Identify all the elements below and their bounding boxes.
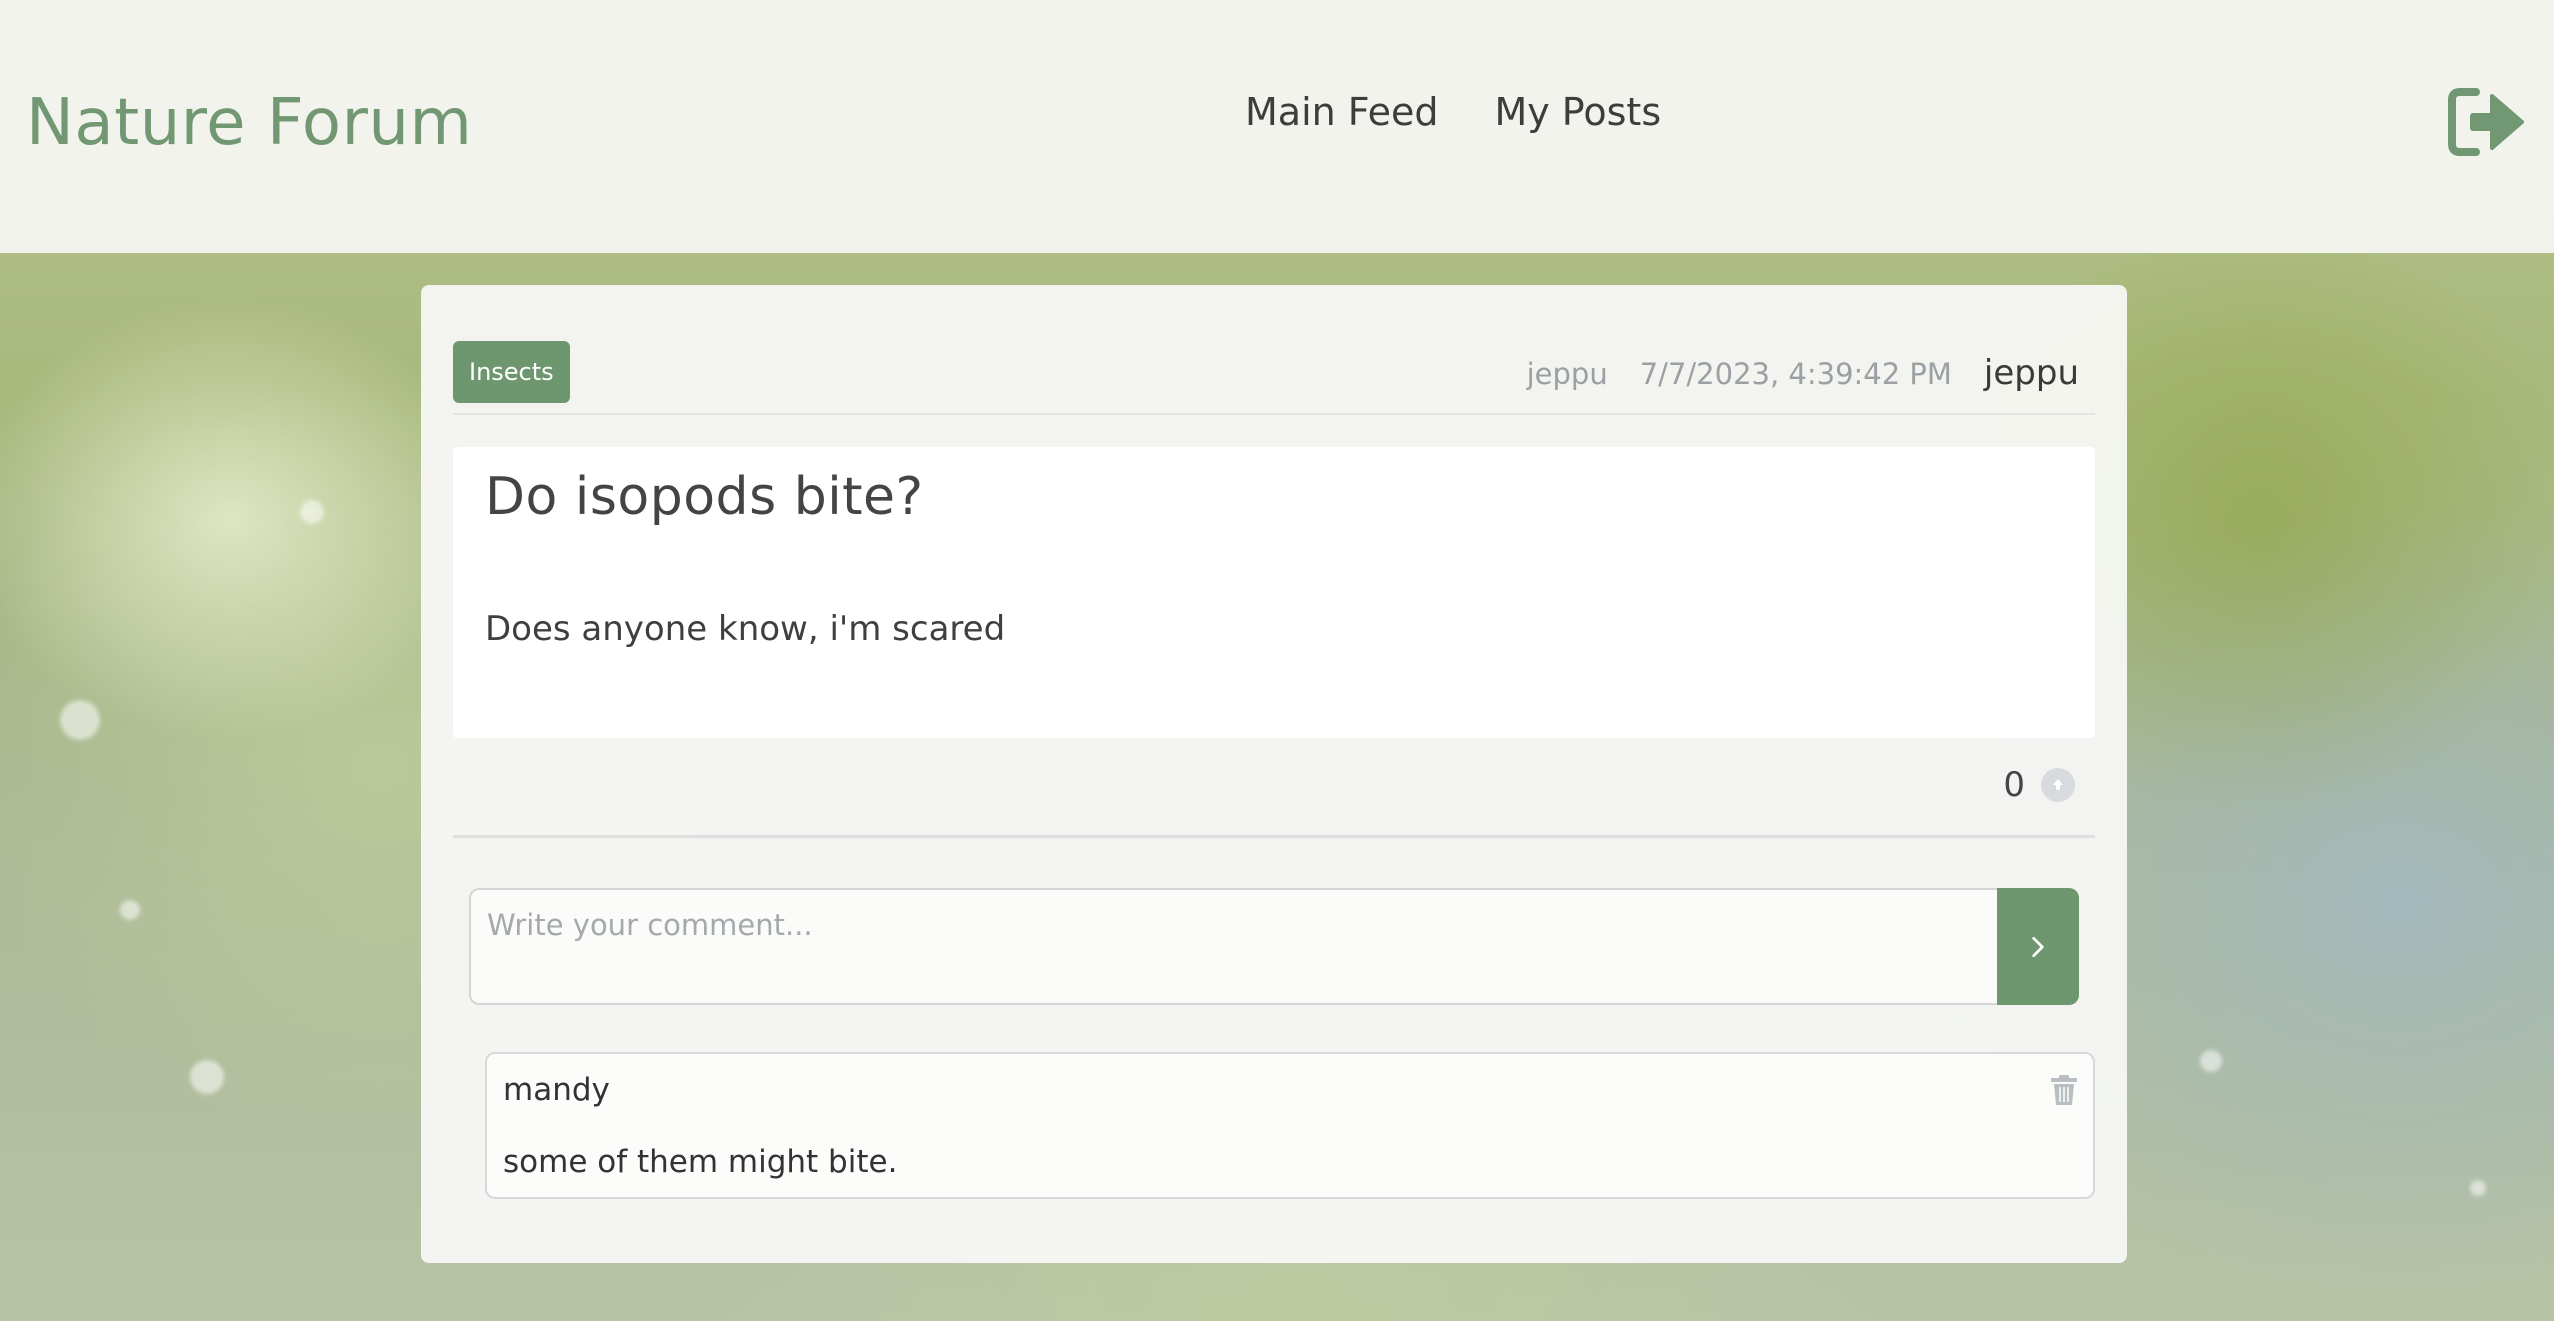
top-navbar: Nature Forum Main Feed My Posts: [0, 0, 2554, 253]
background-bokeh: [300, 500, 324, 524]
background-bokeh: [2200, 1050, 2222, 1072]
nav-main-feed[interactable]: Main Feed: [1245, 90, 1438, 134]
background-bokeh: [120, 900, 140, 920]
brand-logo[interactable]: Nature Forum: [26, 86, 472, 160]
post-card: Insects jeppu 7/7/2023, 4:39:42 PM jeppu…: [421, 285, 2127, 1263]
chevron-right-icon: [2032, 936, 2044, 957]
section-divider: [453, 835, 2095, 838]
submit-comment-button[interactable]: [1997, 888, 2079, 1005]
comment-input[interactable]: [469, 888, 1997, 1005]
post-meta: jeppu 7/7/2023, 4:39:42 PM jeppu: [1527, 353, 2079, 393]
post-author: jeppu: [1526, 357, 1608, 391]
comment-item: mandy some of them might bite.: [485, 1052, 2095, 1199]
nav-my-posts[interactable]: My Posts: [1494, 90, 1661, 134]
post-content: Do isopods bite? Does anyone know, i'm s…: [453, 447, 2095, 738]
vote-area: 0: [2003, 765, 2075, 805]
post-header: Insects jeppu 7/7/2023, 4:39:42 PM jeppu: [453, 341, 2095, 415]
background-bokeh: [190, 1060, 224, 1094]
comment-author: mandy: [503, 1072, 610, 1108]
trash-icon[interactable]: [2049, 1074, 2079, 1106]
arrow-up-circle-icon[interactable]: [2041, 768, 2075, 802]
sign-out-icon[interactable]: [2448, 88, 2524, 156]
post-text: Does anyone know, i'm scared: [485, 609, 1006, 649]
vote-count: 0: [2003, 765, 2025, 805]
main-nav: Main Feed My Posts: [1245, 90, 1661, 134]
post-timestamp: 7/7/2023, 4:39:42 PM: [1639, 357, 1952, 391]
comment-form: [469, 888, 2079, 1005]
post-title: Do isopods bite?: [485, 467, 924, 527]
current-user: jeppu: [1983, 353, 2079, 393]
background-bokeh: [2470, 1180, 2486, 1196]
comment-text: some of them might bite.: [503, 1144, 898, 1180]
background-bokeh: [60, 700, 100, 740]
category-badge[interactable]: Insects: [453, 341, 570, 403]
